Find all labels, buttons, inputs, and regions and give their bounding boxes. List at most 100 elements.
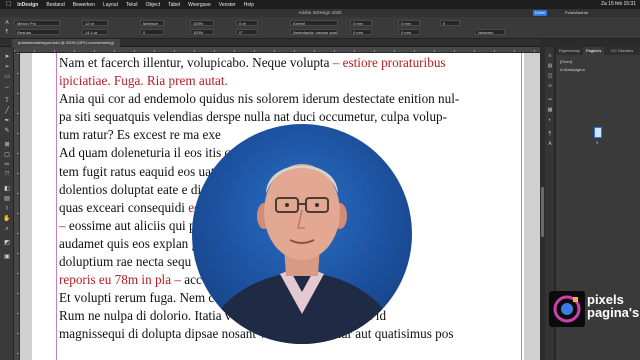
left-indent-field[interactable]: 0 mm xyxy=(350,20,372,26)
tab-cc-libraries[interactable]: CC Libraries xyxy=(608,47,636,55)
character-styles-icon[interactable]: A xyxy=(547,141,553,147)
tracking-field[interactable]: 0 xyxy=(140,29,164,35)
text-run[interactable]: Ania qui cor ad endemolo quidus nis solo… xyxy=(59,91,459,106)
menu-indesign[interactable]: InDesign xyxy=(17,2,38,8)
text-run[interactable]: dolentios doluptat eate e xyxy=(59,182,188,197)
character-style-field[interactable]: [Geen] xyxy=(290,20,338,26)
leading-field[interactable]: 14,4 pt xyxy=(82,29,108,35)
language-field[interactable]: Nederlands: nieuwe spel... xyxy=(290,29,338,35)
menu-bar:  InDesign Bestand Bewerken Layout Tekst… xyxy=(0,0,640,9)
webcam-overlay xyxy=(192,124,412,344)
page-tool-icon[interactable]: ▭ xyxy=(3,73,11,81)
view-mode-icon[interactable]: ▣ xyxy=(3,253,11,261)
presenter-image xyxy=(202,164,402,344)
text-run[interactable]: tem fugit ratus eaquid eos xyxy=(59,164,195,179)
left-margin-guide xyxy=(56,53,57,360)
highlighted-text-run[interactable]: ipiciatiae. Fuga. Ria prem autat. xyxy=(59,73,228,88)
horizontal-scale-field[interactable]: 100% xyxy=(190,29,214,35)
page-thumbnail[interactable] xyxy=(594,127,602,138)
menu-help[interactable]: Help xyxy=(244,2,254,8)
font-style-field[interactable]: Regular xyxy=(14,29,60,35)
gap-tool-icon[interactable]: ↔ xyxy=(3,83,11,91)
panel-tabs: Eigenschap Pagina's CC Libraries xyxy=(556,47,640,55)
logo-mark xyxy=(549,291,585,327)
character-mode-icon[interactable]: A xyxy=(4,20,10,26)
scrollbar-thumb[interactable] xyxy=(541,187,544,237)
highlighted-text-run[interactable]: – estiore proraturibus xyxy=(333,55,446,70)
text-run[interactable]: quas exceari consequidi xyxy=(59,200,185,215)
logo-text-line2: pagina's xyxy=(587,305,640,320)
drop-cap-field[interactable]: 0 xyxy=(440,20,460,26)
pencil-tool-icon[interactable]: ✎ xyxy=(3,127,11,135)
text-run[interactable]: Ad quam doleneturia il eos xyxy=(59,145,202,160)
kerning-field[interactable]: Metrisch xyxy=(140,20,164,26)
scissors-tool-icon[interactable]: ✂ xyxy=(3,161,11,169)
workspace-switcher[interactable]: PolarWaarde xyxy=(565,10,588,15)
text-run[interactable]: pa siti sequatquis velendias derspe null… xyxy=(59,109,447,124)
color-icon[interactable]: ◐ xyxy=(547,117,553,123)
selection-tool-icon[interactable]: ➤ xyxy=(3,53,11,61)
highlighted-text-run[interactable]: reporis eu 78m in pla – xyxy=(59,272,184,287)
swatches-icon[interactable]: ▦ xyxy=(547,107,553,113)
type-tool-icon[interactable]: T xyxy=(3,97,11,105)
text-run[interactable]: audamet quis eos explan xyxy=(59,236,188,251)
paragraph-styles-icon[interactable]: ¶ xyxy=(547,131,553,137)
text-run[interactable]: eossime aut aliciis qui xyxy=(69,218,186,233)
menu-venster[interactable]: Venster xyxy=(219,2,236,8)
vertical-scale-field[interactable]: 100% xyxy=(190,20,214,26)
menu-bewerken[interactable]: Bewerken xyxy=(73,2,95,8)
none-master-label[interactable]: [Geen] xyxy=(560,59,572,64)
properties-icon[interactable]: ≡ xyxy=(547,53,553,59)
pen-tool-icon[interactable]: ✒ xyxy=(3,117,11,125)
note-tool-icon[interactable]: ▤ xyxy=(3,195,11,203)
font-family-field[interactable]: Minion Pro xyxy=(14,20,60,26)
tab-properties[interactable]: Eigenschap xyxy=(556,47,583,55)
direct-selection-tool-icon[interactable]: ➢ xyxy=(3,63,11,71)
font-size-field[interactable]: 12 pt xyxy=(82,20,108,26)
master-page-label[interactable]: A-Mastpagina xyxy=(560,67,585,72)
fill-stroke-swatch-icon[interactable]: ◩ xyxy=(3,239,11,247)
right-indent-field[interactable]: 0 mm xyxy=(350,29,372,35)
hyphenation-field[interactable]: Negeren xyxy=(475,29,505,35)
highlighted-text-run[interactable]: – xyxy=(59,218,69,233)
text-run[interactable]: Nam et facerch illentur, volupicabo. Neq… xyxy=(59,55,333,70)
skew-field[interactable]: 0° xyxy=(236,29,258,35)
text-run[interactable]: Rum ne nulpa di dolorio. Itatia volu xyxy=(59,308,248,323)
hand-tool-icon[interactable]: ✋ xyxy=(3,215,11,223)
menu-tabel[interactable]: Tabel xyxy=(168,2,180,8)
menu-tekst[interactable]: Tekst xyxy=(126,2,138,8)
line-tool-icon[interactable]: ╱ xyxy=(3,107,11,115)
rectangle-tool-icon[interactable]: ▢ xyxy=(3,151,11,159)
document-tab[interactable]: pubsthemstemppa.indd @ 200% [GPU-voorver… xyxy=(12,39,120,47)
rectangle-frame-tool-icon[interactable]: ⊠ xyxy=(3,141,11,149)
text-line[interactable]: Nam et facerch illentur, volupicabo. Neq… xyxy=(59,54,524,72)
space-after-field[interactable]: 0 mm xyxy=(398,29,420,35)
gradient-tool-icon[interactable]: ◧ xyxy=(3,185,11,193)
free-transform-tool-icon[interactable]: ⤧ xyxy=(3,171,11,179)
layers-icon[interactable]: ◫ xyxy=(547,73,553,79)
apple-menu-icon[interactable]:  xyxy=(6,1,11,8)
menu-bestand[interactable]: Bestand xyxy=(46,2,64,8)
text-run[interactable]: Et volupti rerum fuga. Nem c xyxy=(59,290,214,305)
menubar-clock[interactable]: Za 15 feb 15:31 xyxy=(601,1,636,7)
menu-object[interactable]: Object xyxy=(146,2,160,8)
text-run[interactable]: doluptium rae necta sequ xyxy=(59,254,191,269)
text-line[interactable]: ipiciatiae. Fuga. Ria prem autat. xyxy=(59,72,524,90)
text-run[interactable]: tum ratur? Es excest re ma exe xyxy=(59,127,221,142)
pixels-paginas-logo: pixels pagina's xyxy=(549,291,639,329)
space-before-field[interactable]: 0 mm xyxy=(398,20,420,26)
baseline-shift-field[interactable]: 0 pt xyxy=(236,20,258,26)
links-icon[interactable]: ∞ xyxy=(547,83,553,89)
menu-layout[interactable]: Layout xyxy=(103,2,118,8)
share-button[interactable]: Delen xyxy=(533,10,547,16)
text-line[interactable]: Ania qui cor ad endemolo quidus nis solo… xyxy=(59,90,524,108)
eyedropper-tool-icon[interactable]: ⌇ xyxy=(3,205,11,213)
pages-icon[interactable]: ▤ xyxy=(547,63,553,69)
stroke-icon[interactable]: ═ xyxy=(547,97,553,103)
tab-pages[interactable]: Pagina's xyxy=(583,47,605,55)
tools-panel: ➤ ➢ ▭ ↔ T ╱ ✒ ✎ ⊠ ▢ ✂ ⤧ ◧ ▤ ⌇ ✋ ⌕ ◩ ▣ xyxy=(0,47,14,360)
menu-weergave[interactable]: Weergave xyxy=(188,2,211,8)
document-tab-bar: pubsthemstemppa.indd @ 200% [GPU-voorver… xyxy=(0,39,540,47)
paragraph-mode-icon[interactable]: ¶ xyxy=(4,29,10,35)
zoom-tool-icon[interactable]: ⌕ xyxy=(3,225,11,233)
